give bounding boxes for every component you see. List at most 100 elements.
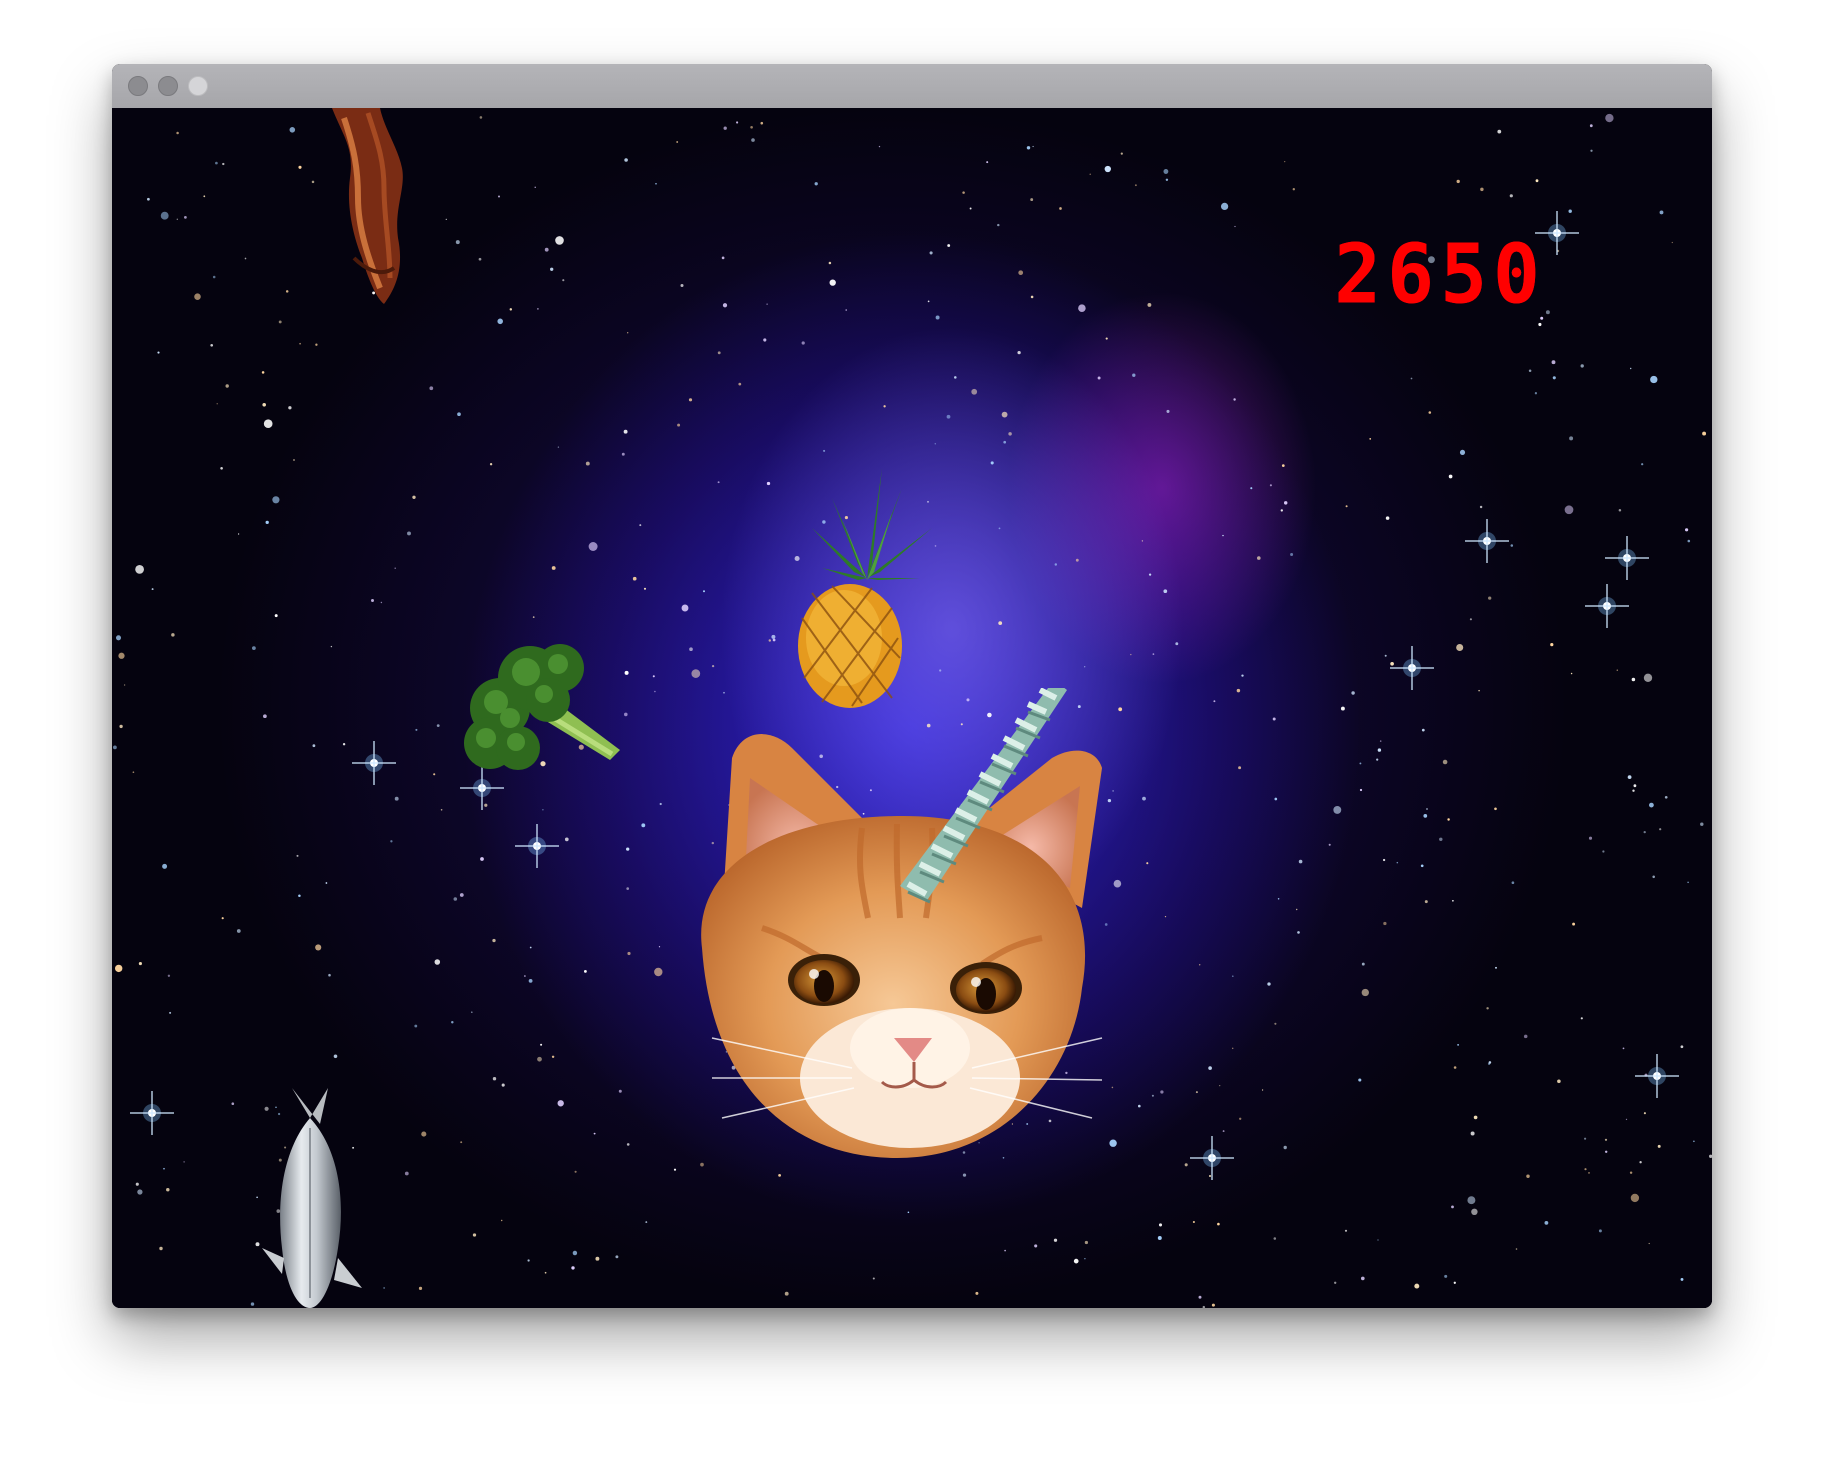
star — [1550, 643, 1554, 647]
star — [1622, 1047, 1625, 1050]
star — [1425, 807, 1429, 811]
star — [1630, 1193, 1640, 1203]
star — [231, 1102, 235, 1106]
star — [595, 1256, 600, 1261]
star — [550, 267, 554, 271]
star — [1421, 728, 1425, 732]
sparkle-star — [1190, 1136, 1234, 1180]
star — [1105, 337, 1108, 340]
star — [1604, 1138, 1608, 1141]
star — [954, 376, 957, 379]
star — [479, 116, 483, 119]
star — [1112, 790, 1114, 792]
star — [285, 290, 289, 293]
star — [1233, 398, 1236, 401]
star — [1018, 270, 1024, 276]
star — [1262, 1089, 1264, 1091]
maximize-button[interactable] — [188, 76, 208, 96]
star — [1277, 898, 1280, 900]
star — [113, 745, 117, 750]
star — [1534, 392, 1538, 395]
star — [455, 240, 460, 245]
star — [1146, 862, 1149, 865]
star — [1361, 988, 1369, 997]
star — [262, 403, 266, 407]
star — [115, 964, 123, 973]
star — [478, 257, 482, 261]
star — [137, 1189, 143, 1195]
star — [328, 973, 331, 977]
star — [878, 145, 881, 148]
star — [1693, 1140, 1695, 1143]
star — [440, 809, 443, 811]
star — [383, 1287, 385, 1289]
star — [480, 857, 484, 861]
star — [1257, 556, 1261, 560]
close-button[interactable] — [128, 76, 148, 96]
star — [1017, 350, 1021, 355]
star — [717, 351, 721, 355]
star — [722, 303, 728, 308]
star — [1164, 915, 1167, 918]
star — [1152, 653, 1155, 655]
star — [1241, 674, 1244, 677]
star — [1414, 1283, 1420, 1289]
star — [1544, 1221, 1549, 1225]
title-bar[interactable] — [112, 64, 1712, 109]
star — [1073, 1258, 1079, 1264]
star — [1059, 207, 1062, 210]
star — [298, 894, 301, 897]
star — [157, 351, 160, 354]
star — [315, 343, 318, 346]
star — [1456, 179, 1460, 184]
star — [627, 951, 631, 956]
star — [1184, 1163, 1188, 1167]
star — [342, 743, 346, 746]
star — [1700, 822, 1704, 826]
star — [532, 616, 535, 618]
star — [1671, 241, 1673, 244]
star — [298, 165, 302, 169]
star — [1598, 1229, 1602, 1233]
star — [1643, 673, 1653, 682]
star — [1618, 508, 1622, 512]
game-canvas[interactable]: 2650 — [112, 108, 1712, 1308]
star — [1333, 805, 1342, 814]
star — [997, 223, 1000, 227]
star — [1198, 1295, 1202, 1299]
sparkle-star — [1585, 584, 1629, 628]
star — [1132, 373, 1136, 377]
star — [1078, 304, 1086, 312]
star — [132, 771, 135, 774]
minimize-button[interactable] — [158, 76, 178, 96]
star — [1130, 653, 1132, 656]
star — [203, 195, 206, 198]
star — [210, 343, 214, 347]
star — [1631, 677, 1636, 682]
star — [1236, 688, 1241, 693]
star — [551, 566, 556, 570]
star — [1359, 788, 1363, 792]
star — [1220, 202, 1229, 211]
star — [1509, 194, 1513, 198]
star — [256, 1196, 258, 1199]
star — [1192, 1220, 1195, 1224]
star — [986, 161, 989, 164]
star — [1120, 152, 1123, 155]
star — [1650, 375, 1658, 384]
star — [1361, 962, 1365, 966]
star — [434, 959, 441, 965]
star — [1089, 173, 1091, 175]
star — [160, 211, 169, 220]
star — [681, 604, 689, 612]
star — [1471, 1208, 1478, 1216]
star — [1632, 789, 1635, 792]
star — [1274, 797, 1278, 801]
star — [593, 1132, 596, 1135]
star — [975, 1291, 979, 1295]
star — [1457, 1043, 1460, 1046]
star — [760, 121, 764, 125]
star — [445, 218, 447, 221]
sparkle-star — [1390, 646, 1434, 690]
star — [1511, 881, 1515, 885]
